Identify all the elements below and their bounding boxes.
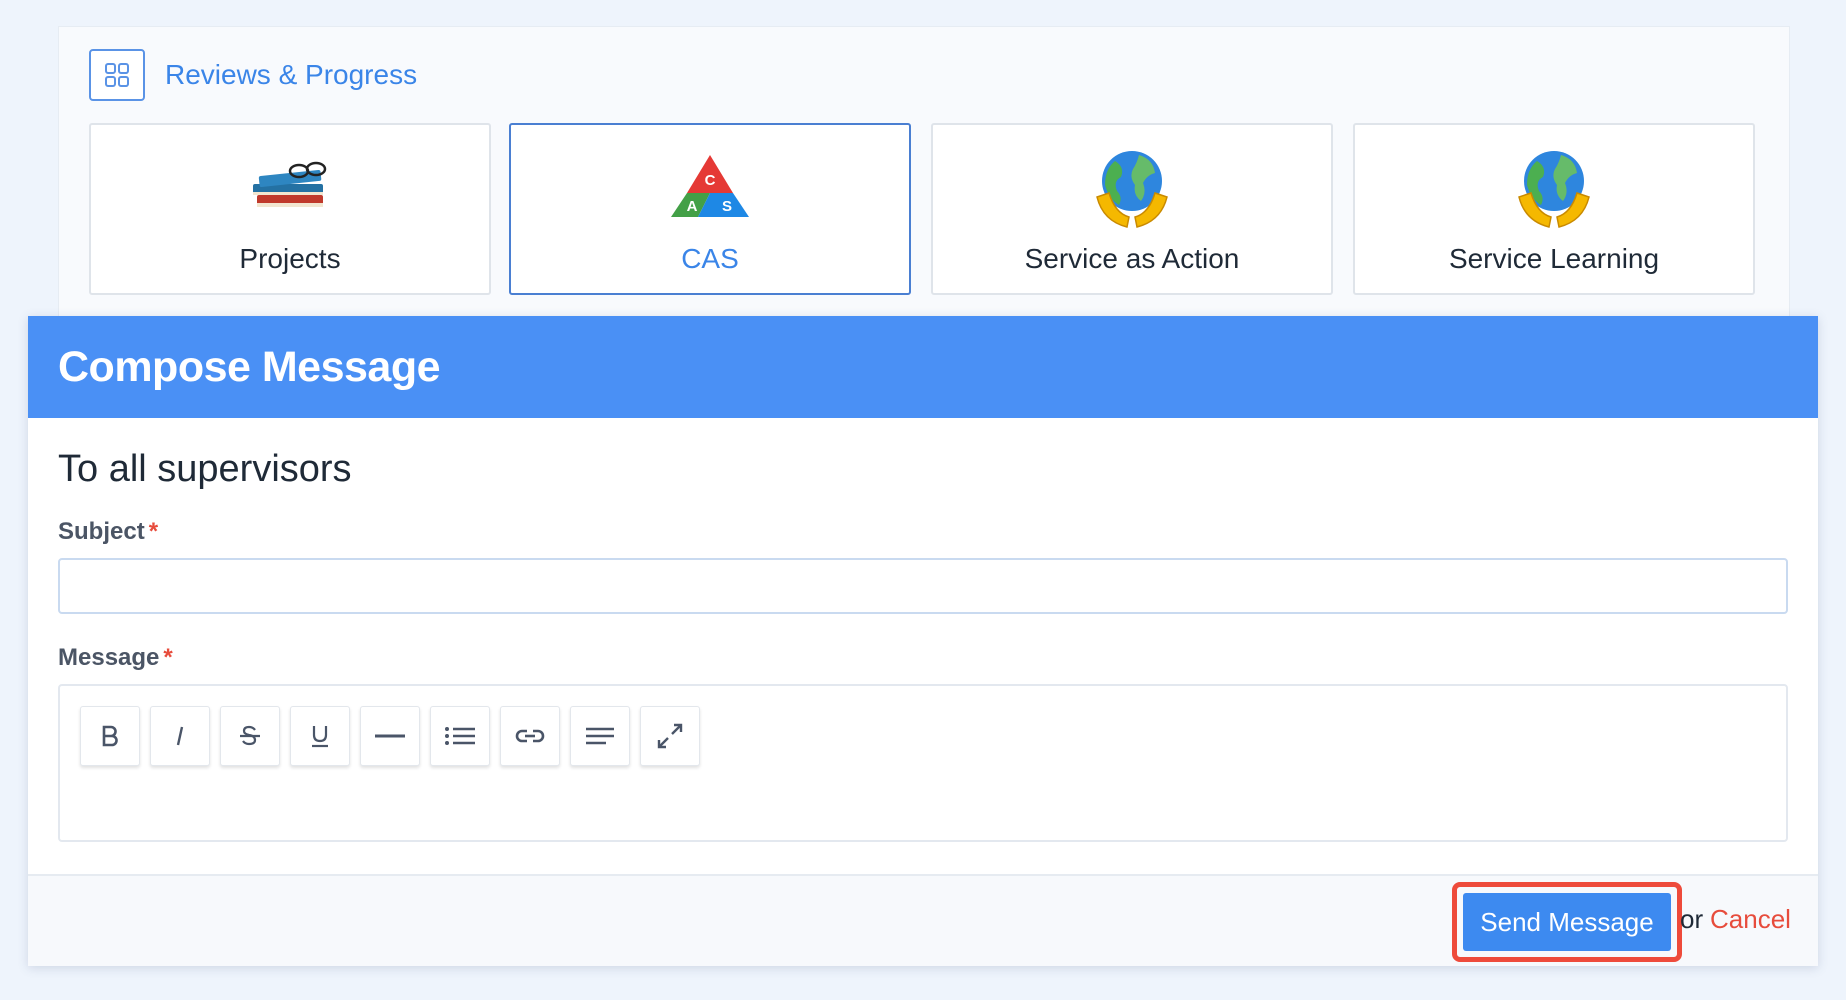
grid-icon — [105, 63, 129, 87]
grid-view-button[interactable] — [89, 49, 145, 101]
subject-input[interactable] — [58, 558, 1788, 614]
globe-hands-icon — [1518, 151, 1590, 228]
horizontal-rule-button[interactable] — [360, 706, 420, 766]
link-button[interactable] — [500, 706, 560, 766]
bullet-list-button[interactable] — [430, 706, 490, 766]
italic-icon — [176, 726, 184, 746]
strikethrough-icon — [240, 725, 260, 746]
message-editor[interactable] — [58, 684, 1788, 842]
bold-icon — [102, 725, 118, 747]
required-marker: * — [148, 518, 159, 545]
cas-letter-c: C — [705, 172, 716, 189]
subject-label-text: Subject — [58, 518, 145, 545]
underline-button[interactable] — [290, 706, 350, 766]
section-header: Reviews & Progress — [89, 49, 417, 101]
link-icon — [515, 729, 545, 743]
message-label: Message * — [58, 644, 173, 672]
expand-icon — [657, 723, 683, 749]
editor-toolbar — [80, 706, 710, 766]
fullscreen-button[interactable] — [640, 706, 700, 766]
modal-body: To all supervisors Subject * Message * — [28, 418, 1818, 894]
send-message-button[interactable]: Send Message — [1463, 893, 1671, 951]
cas-triangle-icon: C A S — [671, 155, 749, 217]
strikethrough-button[interactable] — [220, 706, 280, 766]
send-button-highlight: Send Message — [1452, 882, 1682, 962]
horizontal-rule-icon — [375, 734, 405, 738]
card-label: Service Learning — [1448, 243, 1660, 274]
bullet-list-icon — [445, 727, 475, 745]
card-service-learning[interactable]: Service Learning — [1353, 123, 1755, 295]
subject-label: Subject * — [58, 518, 158, 546]
card-service-as-action[interactable]: Service as Action — [931, 123, 1333, 295]
align-button[interactable] — [570, 706, 630, 766]
bold-button[interactable] — [80, 706, 140, 766]
section-title: Reviews & Progress — [165, 59, 418, 90]
underline-icon — [312, 726, 328, 748]
recipients-heading: To all supervisors — [58, 448, 352, 490]
cas-letter-s: S — [722, 198, 732, 215]
modal-header: Compose Message — [28, 316, 1818, 418]
card-label: CAS — [681, 243, 739, 274]
card-label: Service as Action — [1024, 243, 1240, 274]
modal-title: Compose Message — [58, 342, 441, 391]
books-icon — [253, 161, 327, 207]
align-left-icon — [586, 727, 614, 745]
cas-letter-a: A — [687, 198, 698, 215]
or-text: or — [1680, 904, 1704, 934]
required-marker: * — [163, 644, 173, 671]
message-label-text: Message — [58, 644, 160, 671]
modal-footer: Send Message or Cancel — [28, 874, 1818, 966]
card-projects[interactable]: Projects — [89, 123, 491, 295]
card-label: Projects — [239, 243, 341, 274]
card-cas[interactable]: C A S CAS — [509, 123, 911, 295]
globe-hands-icon — [1096, 151, 1168, 228]
cancel-link[interactable]: Cancel — [1710, 904, 1791, 935]
italic-button[interactable] — [150, 706, 210, 766]
reviews-progress-panel: Reviews & Progress Projects C A S CAS Se… — [58, 26, 1790, 328]
compose-message-modal: Compose Message To all supervisors Subje… — [28, 316, 1818, 966]
